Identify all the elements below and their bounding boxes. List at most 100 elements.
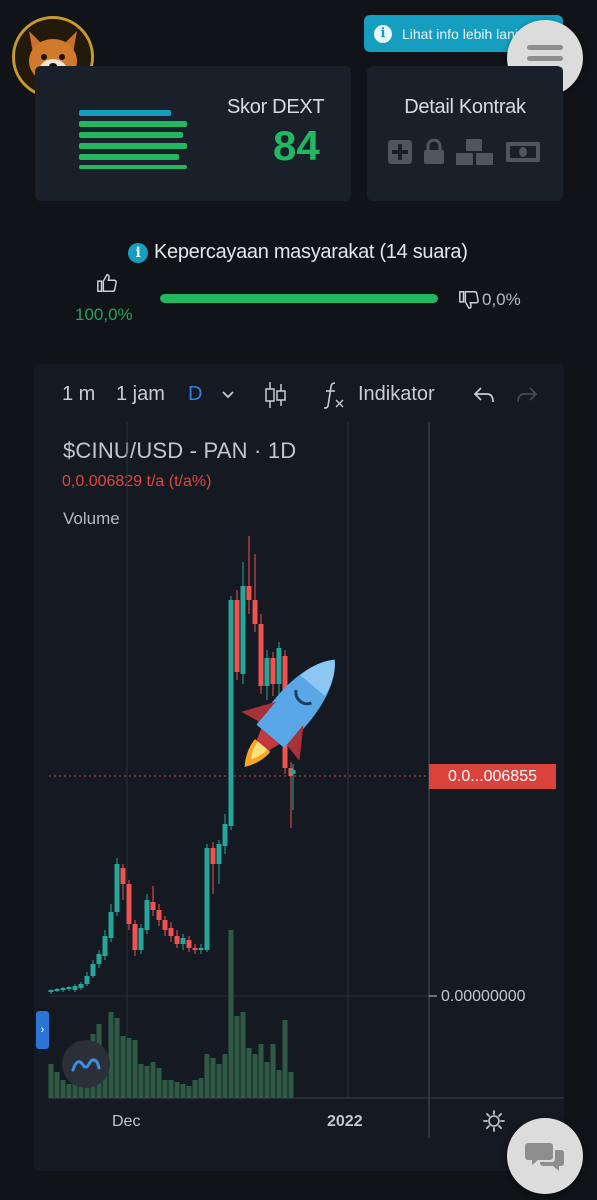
volume-bar [66, 1084, 72, 1098]
volume-bar [186, 1086, 192, 1098]
candle [240, 562, 246, 684]
plus-square-icon [388, 140, 412, 164]
dext-score-card[interactable]: Skor DEXT 84 [35, 66, 351, 201]
candle [186, 936, 192, 952]
volume-bar [288, 1072, 294, 1098]
volume-bar [120, 1036, 126, 1098]
candle [168, 922, 174, 942]
thumbs-down-icon[interactable] [458, 289, 480, 311]
volume-bar [156, 1068, 162, 1098]
candle [102, 930, 108, 960]
price-chart[interactable]: 1 m 1 jam D Indikator $CINU/USD - PAN · … [34, 364, 564, 1171]
volume-bar [216, 1064, 222, 1098]
downvote-percentage: 0,0% [482, 290, 521, 309]
candle [270, 652, 276, 696]
y-axis-zero-label: 0.00000000 [441, 988, 526, 1005]
candle [228, 596, 234, 830]
cubes-icon [456, 139, 493, 165]
volume-bar [162, 1080, 168, 1098]
community-trust-title: i Kepercayaan masyarakat (14 suara) [128, 241, 468, 264]
x-axis-label-2022: 2022 [327, 1113, 363, 1130]
candle [180, 934, 186, 950]
community-trust-label: Kepercayaan masyarakat (14 suara) [154, 241, 468, 263]
contract-title: Detail Kontrak [404, 96, 526, 118]
candle [246, 536, 252, 614]
trust-progress-fill [160, 294, 438, 303]
candle [54, 988, 60, 992]
candle [216, 840, 222, 884]
volume-bar [126, 1038, 132, 1098]
volume-bar [108, 1012, 114, 1098]
settings-gear-icon[interactable] [482, 1109, 506, 1133]
tradingview-logo-icon[interactable] [62, 1040, 110, 1088]
score-title: Skor DEXT [227, 96, 325, 118]
volume-bar [258, 1044, 264, 1098]
info-icon: i [374, 24, 392, 43]
volume-bar [234, 1016, 240, 1098]
score-value: 84 [273, 122, 320, 169]
candle [138, 924, 144, 954]
candle [78, 982, 84, 990]
candle [204, 844, 210, 952]
volume-bar [138, 1064, 144, 1098]
lock-icon [424, 139, 444, 164]
upvote-percentage: 100,0% [75, 305, 133, 324]
expand-panel-button[interactable]: › [36, 1011, 49, 1049]
candle [258, 614, 264, 694]
chat-button[interactable] [507, 1118, 583, 1194]
info-icon[interactable]: i [128, 242, 148, 263]
volume-bar [180, 1084, 186, 1098]
score-bars-icon [79, 110, 187, 169]
volume-bar [282, 1020, 288, 1098]
candle [90, 960, 96, 978]
chat-bubbles-icon [525, 1143, 564, 1171]
candle [108, 904, 114, 942]
candle [84, 972, 90, 986]
candle [132, 920, 138, 956]
volume-bar [228, 930, 234, 1098]
volume-bar [198, 1078, 204, 1098]
candle [66, 986, 72, 991]
candle [96, 950, 102, 968]
volume-bar [144, 1066, 150, 1098]
hamburger-icon [527, 44, 563, 50]
last-price-tag: 0.0...006855 [429, 764, 556, 789]
candle [150, 886, 156, 916]
thumbs-up-icon[interactable] [96, 272, 118, 294]
candle [156, 904, 162, 926]
candle [234, 590, 240, 680]
candle [198, 944, 204, 954]
volume-bar [270, 1044, 276, 1098]
volume-bar [246, 1048, 252, 1098]
volume-bar [132, 1040, 138, 1098]
candle [174, 930, 180, 948]
candle [222, 814, 228, 854]
candle [126, 880, 132, 930]
candle [192, 944, 198, 954]
volume-bar [174, 1082, 180, 1098]
volume-bar [192, 1080, 198, 1098]
volume-bar [60, 1080, 66, 1098]
candle [210, 842, 216, 894]
candle [144, 894, 150, 934]
volume-bar [150, 1062, 156, 1098]
candle [48, 989, 54, 994]
volume-bar [48, 1064, 54, 1098]
volume-bar [252, 1054, 258, 1098]
volume-bar [114, 1018, 120, 1098]
candle [162, 916, 168, 936]
candle [114, 858, 120, 916]
candle [264, 650, 270, 700]
volume-bar [276, 1070, 282, 1098]
candle [120, 864, 126, 900]
volume-bar [54, 1072, 60, 1098]
candle [72, 984, 78, 992]
volume-bar [168, 1080, 174, 1098]
x-axis-label-dec: Dec [112, 1113, 141, 1130]
volume-bar [204, 1054, 210, 1098]
contract-details-card[interactable]: Detail Kontrak [367, 66, 563, 201]
volume-bar [222, 1054, 228, 1098]
volume-bar [264, 1062, 270, 1098]
candle [252, 554, 258, 632]
trust-progress-bar [160, 294, 438, 303]
